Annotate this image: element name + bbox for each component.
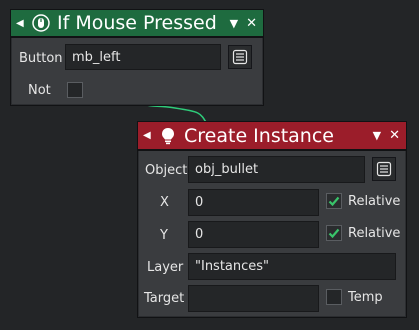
collapse-arrow-icon[interactable]: ◀ xyxy=(16,18,26,29)
object-input[interactable]: obj_bullet xyxy=(188,156,365,183)
close-icon[interactable]: ✕ xyxy=(389,128,400,143)
y-input[interactable]: 0 xyxy=(188,221,319,248)
node-header[interactable]: ◀ If Mouse Pressed ▼ ✕ xyxy=(11,10,263,38)
button-label: Button xyxy=(19,51,63,66)
not-label: Not xyxy=(28,83,51,98)
node-header[interactable]: ◀ Create Instance ▼ ✕ xyxy=(138,122,406,151)
checkmark-icon xyxy=(328,228,340,239)
button-input[interactable]: mb_left xyxy=(65,44,221,70)
object-label: Object xyxy=(145,163,188,178)
list-icon xyxy=(376,161,392,177)
y-relative-checkbox[interactable] xyxy=(326,225,342,241)
x-input[interactable]: 0 xyxy=(188,189,319,216)
target-input[interactable] xyxy=(188,285,319,312)
node-title: If Mouse Pressed xyxy=(57,12,217,34)
dropdown-arrow-icon[interactable]: ▼ xyxy=(230,17,238,30)
dropdown-arrow-icon[interactable]: ▼ xyxy=(373,129,381,142)
collapse-arrow-icon[interactable]: ◀ xyxy=(143,130,153,141)
temp-checkbox[interactable] xyxy=(326,289,342,305)
layer-label: Layer xyxy=(147,260,184,275)
mouse-icon xyxy=(31,13,51,33)
not-checkbox[interactable] xyxy=(67,82,83,98)
if-mouse-pressed-node[interactable]: ◀ If Mouse Pressed ▼ ✕ Button mb_left No… xyxy=(10,9,264,106)
y-label: Y xyxy=(160,228,168,243)
node-title: Create Instance xyxy=(184,124,334,147)
lightbulb-icon xyxy=(158,126,178,146)
checkmark-icon xyxy=(328,196,340,207)
x-relative-label: Relative xyxy=(348,194,401,209)
create-instance-node[interactable]: ◀ Create Instance ▼ ✕ Object obj_bullet … xyxy=(137,121,407,318)
x-relative-checkbox[interactable] xyxy=(326,193,342,209)
list-select-button[interactable] xyxy=(228,45,252,69)
y-relative-label: Relative xyxy=(348,226,401,241)
list-icon xyxy=(232,49,248,65)
temp-label: Temp xyxy=(348,290,383,305)
close-icon[interactable]: ✕ xyxy=(246,16,257,31)
x-label: X xyxy=(160,195,169,210)
layer-input[interactable]: "Instances" xyxy=(188,253,396,280)
list-select-button[interactable] xyxy=(372,157,396,181)
target-label: Target xyxy=(144,291,185,306)
